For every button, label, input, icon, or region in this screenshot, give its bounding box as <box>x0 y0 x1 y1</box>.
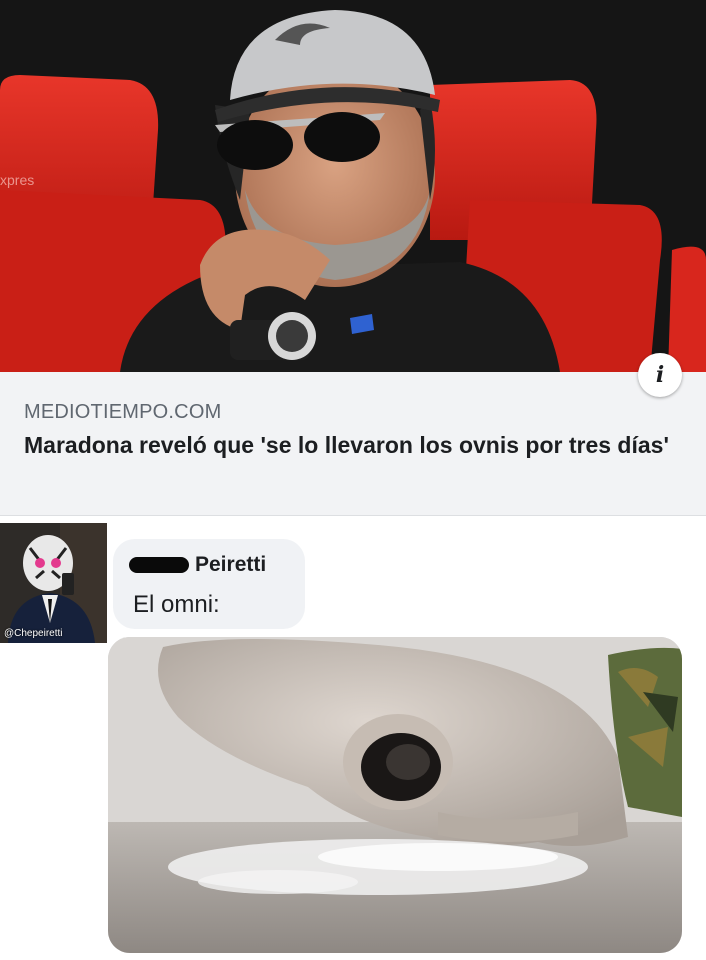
photo-maradona: xpres <box>0 0 706 372</box>
avatar-image <box>0 523 107 643</box>
avatar[interactable]: @Chepeiretti <box>0 523 107 643</box>
link-domain: MEDIOTIEMPO.COM <box>24 401 222 423</box>
photo-alien <box>108 637 682 953</box>
comment-media-image[interactable] <box>108 637 682 953</box>
comment-text: El omni: <box>133 591 220 618</box>
link-preview-card[interactable]: xpres i MEDIOTIEMPO.COM Maradona reveló … <box>0 0 706 516</box>
comment-bubble: Peiretti El omni: <box>113 539 305 629</box>
name-redaction <box>129 557 189 573</box>
svg-text:xpres: xpres <box>0 172 34 188</box>
info-icon[interactable]: i <box>638 353 682 397</box>
link-preview-image[interactable]: xpres <box>0 0 706 372</box>
avatar-caption: @Chepeiretti <box>4 628 63 639</box>
comment-author[interactable]: Peiretti <box>195 553 266 577</box>
link-title[interactable]: Maradona reveló que 'se lo llevaron los … <box>24 430 674 460</box>
